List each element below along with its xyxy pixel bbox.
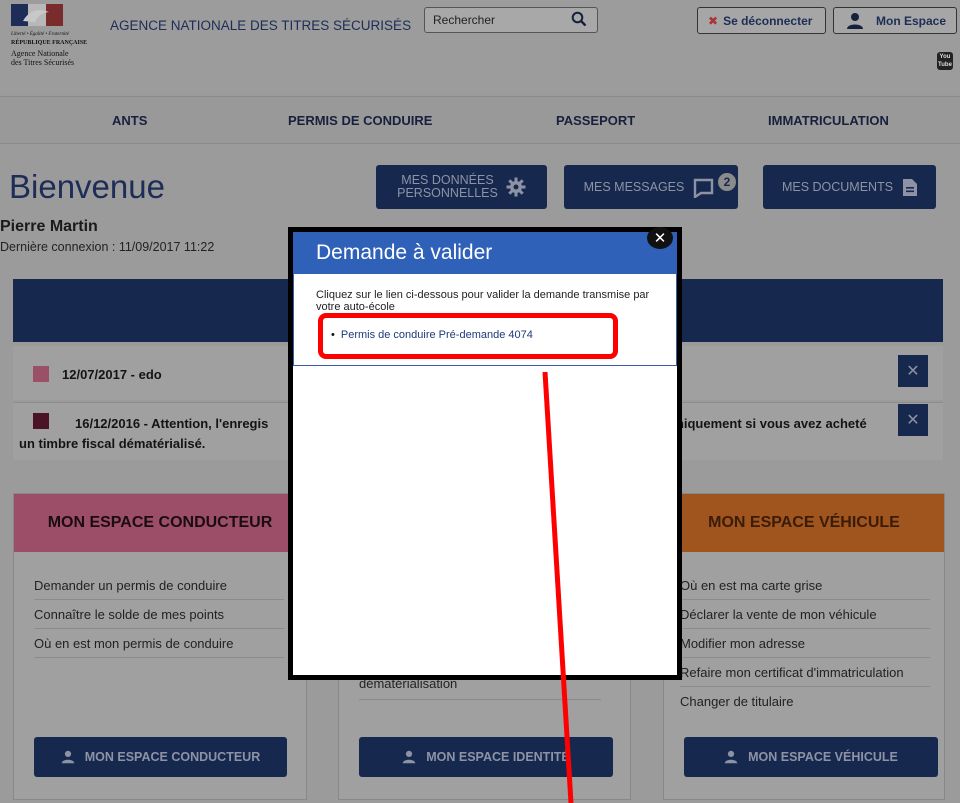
driver-space-title: MON ESPACE CONDUCTEUR: [14, 494, 306, 552]
list-item[interactable]: Demander un permis de conduire: [34, 571, 284, 600]
user-icon: [847, 12, 863, 29]
annotation-highlight-box: [318, 313, 618, 359]
last-login: Dernière connexion : 11/09/2017 11:22: [0, 240, 215, 254]
logout-button[interactable]: ✖ Se déconnecter: [697, 7, 826, 34]
nav-ants[interactable]: ANTS: [112, 113, 147, 128]
nav-permis-de-conduire[interactable]: PERMIS DE CONDUIRE: [288, 113, 432, 128]
messages-label: MES MESSAGES: [583, 180, 685, 194]
list-item[interactable]: Refaire mon certificat d'immatriculation: [680, 658, 930, 687]
modal-title: Demande à valider: [316, 241, 493, 264]
documents-button[interactable]: MES DOCUMENTS: [763, 165, 936, 209]
documents-label: MES DOCUMENTS: [781, 180, 894, 194]
modal-close-button[interactable]: ✕: [647, 227, 673, 249]
nav-passeport[interactable]: PASSEPORT: [556, 113, 635, 128]
search-input[interactable]: [433, 12, 563, 28]
republique-logo[interactable]: Liberté • Égalité • Fraternité RÉPUBLIQU…: [11, 4, 89, 88]
my-space-label: Mon Espace: [876, 13, 947, 28]
dismiss-notice-button[interactable]: ✕: [898, 355, 928, 387]
user-icon: [61, 750, 74, 764]
logo-agency-line2: des Titres Sécurisés: [11, 58, 75, 67]
notice-text-end: uniquement si vous avez acheté: [668, 416, 867, 431]
driver-space-links: Demander un permis de conduire Connaître…: [34, 571, 284, 658]
list-item[interactable]: Où en est mon permis de conduire: [34, 629, 284, 658]
vehicle-space-button[interactable]: MON ESPACE VÉHICULE: [684, 737, 938, 777]
logo-agency-line1: Agence Nationale: [11, 49, 69, 58]
notice-text-line2: un timbre fiscal dématérialisé.: [19, 436, 206, 451]
driver-space-card: MON ESPACE CONDUCTEUR Demander un permis…: [13, 493, 307, 800]
nav-immatriculation[interactable]: IMMATRICULATION: [768, 113, 889, 128]
vehicle-space-title: MON ESPACE VÉHICULE: [664, 494, 944, 552]
logo-republic: RÉPUBLIQUE FRANÇAISE: [11, 40, 88, 46]
user-name: Pierre Martin: [0, 218, 98, 235]
agency-title[interactable]: AGENCE NATIONALE DES TITRES SÉCURISÉS: [110, 18, 411, 33]
vehicle-space-card: MON ESPACE VÉHICULE Où en est ma carte g…: [663, 493, 945, 800]
logout-label: Se déconnecter: [723, 13, 813, 28]
list-item[interactable]: Où en est ma carte grise: [680, 571, 930, 600]
identity-space-button[interactable]: MON ESPACE IDENTITÉ: [359, 737, 613, 777]
list-item[interactable]: Modifier mon adresse: [680, 629, 930, 658]
main-nav: ANTS PERMIS DE CONDUIRE PASSEPORT IMMATR…: [0, 96, 960, 144]
vehicle-space-links: Où en est ma carte grise Déclarer la ven…: [680, 571, 930, 715]
dismiss-notice-button[interactable]: ✕: [898, 404, 928, 436]
notice-marker: [33, 366, 49, 382]
personal-data-label: MES DONNÉES PERSONNELLES: [397, 174, 498, 200]
search-icon[interactable]: [571, 11, 587, 32]
user-icon: [724, 750, 738, 764]
close-icon: ✖: [708, 13, 719, 28]
list-item[interactable]: Changer de titulaire: [680, 687, 930, 715]
modal-header: Demande à valider: [293, 232, 677, 274]
my-space-button[interactable]: Mon Espace: [833, 7, 957, 34]
personal-data-label-line2: PERSONNELLES: [397, 186, 498, 200]
personal-data-button[interactable]: MES DONNÉES PERSONNELLES: [376, 165, 547, 209]
logo-motto: Liberté • Égalité • Fraternité: [11, 32, 69, 37]
page-title: Bienvenue: [9, 168, 165, 205]
messages-count-badge: 2: [716, 171, 738, 193]
vehicle-space-button-label: MON ESPACE VÉHICULE: [748, 750, 898, 764]
gear-icon: [506, 177, 526, 197]
search-box: [424, 7, 598, 33]
close-icon: ✕: [653, 230, 667, 247]
list-item[interactable]: Déclarer la vente de mon véhicule: [680, 600, 930, 629]
close-icon: ✕: [906, 412, 920, 429]
close-icon: ✕: [906, 363, 920, 380]
modal-intro-text: Cliquez sur le lien ci-dessous pour vali…: [316, 289, 650, 313]
chat-icon: [694, 178, 714, 198]
messages-button[interactable]: MES MESSAGES: [564, 165, 738, 209]
list-item[interactable]: Connaître le solde de mes points: [34, 600, 284, 629]
document-icon: [903, 178, 918, 196]
youtube-icon[interactable]: You Tube: [937, 52, 953, 70]
notice-marker: [33, 413, 49, 429]
youtube-label-bottom: Tube: [938, 62, 952, 68]
identity-space-button-label: MON ESPACE IDENTITÉ: [426, 750, 570, 764]
youtube-label-top: You: [939, 54, 951, 60]
marianne-icon: [11, 4, 63, 26]
driver-space-button-label: MON ESPACE CONDUCTEUR: [84, 750, 261, 764]
site-header: Liberté • Égalité • Fraternité RÉPUBLIQU…: [0, 0, 960, 92]
user-icon: [403, 750, 416, 764]
notice-text: 12/07/2017 - edo: [62, 367, 162, 382]
notice-text-start: 16/12/2016 - Attention, l'enregis: [75, 416, 269, 431]
validation-modal: Demande à valider Cliquez sur le lien ci…: [288, 227, 682, 680]
driver-space-button[interactable]: MON ESPACE CONDUCTEUR: [34, 737, 287, 777]
